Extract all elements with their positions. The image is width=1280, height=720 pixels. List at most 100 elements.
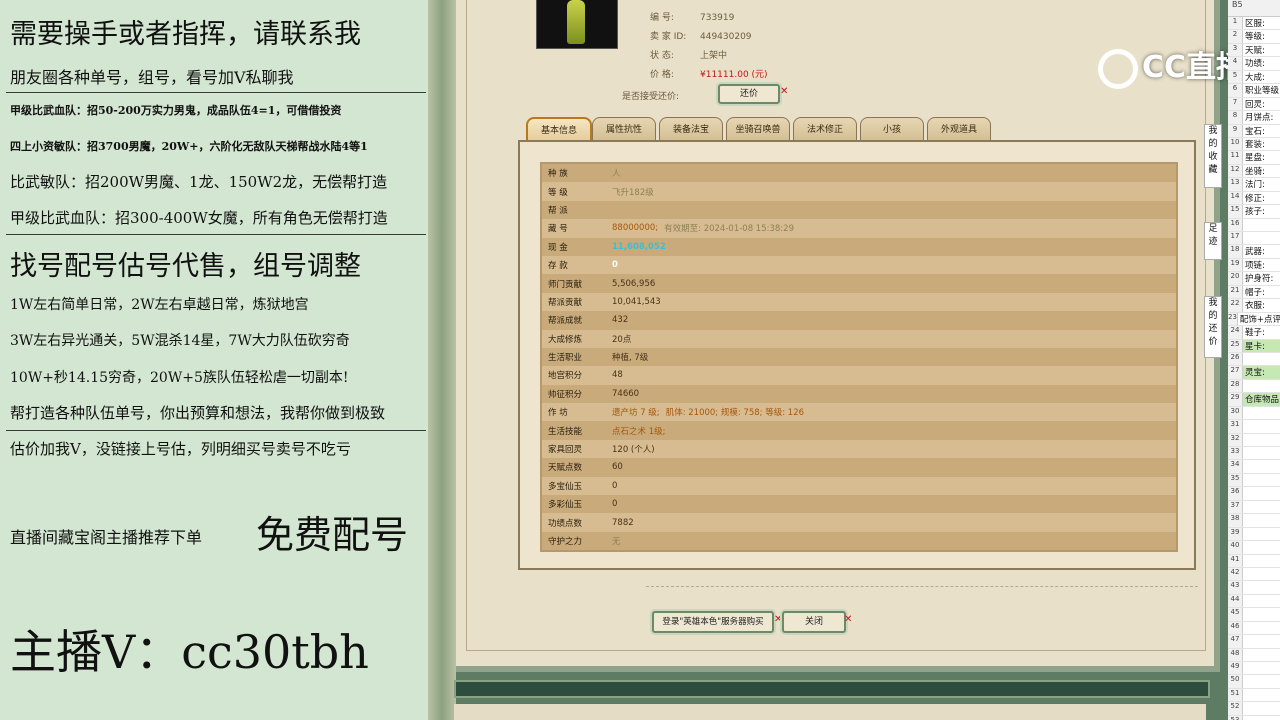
sheet-row[interactable]: 17 bbox=[1228, 232, 1280, 246]
sheet-row[interactable]: 46 bbox=[1228, 621, 1280, 636]
sheet-cell[interactable] bbox=[1243, 232, 1245, 244]
sheet-cell[interactable]: 灵宝: bbox=[1243, 366, 1265, 378]
sheet-cell[interactable]: 武器: bbox=[1243, 245, 1265, 257]
sheet-cell[interactable] bbox=[1243, 514, 1245, 526]
sheet-row[interactable]: 28 bbox=[1228, 379, 1280, 394]
sheet-cell[interactable] bbox=[1243, 622, 1245, 634]
sheet-row[interactable]: 21 帽子: bbox=[1228, 285, 1280, 300]
sheet-cell[interactable] bbox=[1243, 487, 1245, 499]
sheet-cell[interactable] bbox=[1243, 353, 1245, 365]
sheet-row[interactable]: 6 职业等级 bbox=[1228, 84, 1280, 98]
sheet-row[interactable]: 42 bbox=[1228, 567, 1280, 582]
buy-login-button[interactable]: 登录"英雄本色"服务器购买 bbox=[652, 611, 774, 633]
sheet-cell[interactable] bbox=[1243, 635, 1245, 647]
sheet-cell[interactable] bbox=[1243, 380, 1245, 392]
sheet-cell[interactable]: 孩子: bbox=[1243, 205, 1265, 217]
favorites-side-button[interactable]: 我的收藏 bbox=[1204, 124, 1222, 188]
sheet-cell[interactable] bbox=[1243, 555, 1245, 567]
sheet-cell[interactable]: 大成: bbox=[1243, 71, 1265, 83]
sheet-cell[interactable] bbox=[1243, 407, 1245, 419]
sheet-cell[interactable]: 仓库物品 bbox=[1243, 393, 1279, 405]
sheet-row[interactable]: 26 bbox=[1228, 352, 1280, 367]
sheet-row[interactable]: 31 bbox=[1228, 420, 1280, 434]
sheet-cell[interactable]: 鞋子: bbox=[1243, 326, 1265, 338]
tab-equipment[interactable]: 装备法宝 bbox=[659, 117, 723, 142]
sheet-row[interactable]: 30 bbox=[1228, 406, 1280, 421]
sheet-row[interactable]: 49 bbox=[1228, 662, 1280, 676]
sheet-cell[interactable] bbox=[1243, 689, 1245, 701]
sheet-row[interactable]: 27 灵宝: bbox=[1228, 366, 1280, 380]
sheet-row[interactable]: 40 bbox=[1228, 541, 1280, 555]
sheet-cell[interactable]: 项链: bbox=[1243, 259, 1265, 271]
sheet-row[interactable]: 10 套装: bbox=[1228, 137, 1280, 152]
sheet-row[interactable]: 45 bbox=[1228, 608, 1280, 622]
sheet-row[interactable]: 12 坐骑: bbox=[1228, 164, 1280, 179]
sheet-cell[interactable]: 区服: bbox=[1243, 17, 1265, 29]
sheet-cell[interactable]: 宝石: bbox=[1243, 125, 1265, 137]
sheet-cell[interactable] bbox=[1243, 447, 1245, 459]
sheet-row[interactable]: 22 衣服: bbox=[1228, 299, 1280, 313]
sheet-cell[interactable]: 坐骑: bbox=[1243, 165, 1265, 177]
sheet-row[interactable]: 53 bbox=[1228, 715, 1280, 720]
sheet-cell[interactable]: 护身符: bbox=[1243, 272, 1273, 284]
sheet-row[interactable]: 24 鞋子: bbox=[1228, 326, 1280, 340]
tab-mounts-pets[interactable]: 坐骑召唤兽 bbox=[726, 117, 790, 142]
sheet-cell[interactable] bbox=[1243, 501, 1245, 513]
sheet-row[interactable]: 3 天赋: bbox=[1228, 43, 1280, 58]
tab-attributes[interactable]: 属性抗性 bbox=[592, 117, 656, 142]
close-button[interactable]: 关闭 bbox=[782, 611, 846, 633]
sheet-row[interactable]: 23 配饰+点评 bbox=[1228, 312, 1280, 327]
tab-spell-correction[interactable]: 法术修正 bbox=[793, 117, 857, 142]
sheet-row[interactable]: 50 bbox=[1228, 675, 1280, 689]
sheet-row[interactable]: 33 bbox=[1228, 447, 1280, 461]
sheet-cell[interactable] bbox=[1243, 608, 1245, 620]
sheet-row[interactable]: 36 bbox=[1228, 487, 1280, 501]
sheet-cell[interactable]: 帽子: bbox=[1243, 286, 1265, 298]
sheet-cell[interactable] bbox=[1243, 460, 1245, 472]
sheet-row[interactable]: 11 星盘: bbox=[1228, 151, 1280, 165]
sheet-cell[interactable] bbox=[1243, 595, 1245, 607]
sheet-row[interactable]: 29 仓库物品 bbox=[1228, 393, 1280, 407]
sheet-cell[interactable] bbox=[1243, 649, 1245, 661]
sheet-row[interactable]: 1 区服: bbox=[1228, 17, 1280, 31]
close-x-icon[interactable]: ✕ bbox=[844, 614, 852, 625]
sheet-row[interactable]: 32 bbox=[1228, 433, 1280, 447]
sheet-cell[interactable] bbox=[1243, 420, 1245, 432]
sheet-cell[interactable]: 回灵: bbox=[1243, 98, 1265, 110]
sheet-row[interactable]: 39 bbox=[1228, 527, 1280, 542]
sheet-cell[interactable]: 等级: bbox=[1243, 30, 1265, 42]
sheet-row[interactable]: 8 月饼点: bbox=[1228, 111, 1280, 125]
sheet-cell[interactable]: 套装: bbox=[1243, 138, 1265, 150]
sheet-cell[interactable] bbox=[1243, 662, 1245, 674]
sheet-row[interactable]: 7 回灵: bbox=[1228, 97, 1280, 112]
sheet-cell[interactable]: 星盘: bbox=[1243, 151, 1265, 163]
sheet-cell[interactable] bbox=[1243, 716, 1245, 720]
sheet-row[interactable]: 48 bbox=[1228, 648, 1280, 662]
sheet-row[interactable]: 4 功绩: bbox=[1228, 57, 1280, 71]
sheet-cell[interactable] bbox=[1243, 581, 1245, 593]
sheet-cell[interactable] bbox=[1243, 568, 1245, 580]
sheet-row[interactable]: 25 星卡: bbox=[1228, 339, 1280, 353]
sheet-row[interactable]: 37 bbox=[1228, 500, 1280, 515]
sheet-row[interactable]: 41 bbox=[1228, 554, 1280, 568]
sheet-cell[interactable]: 法门: bbox=[1243, 178, 1265, 190]
sheet-row[interactable]: 14 修正: bbox=[1228, 191, 1280, 206]
tab-appearance[interactable]: 外观道具 bbox=[927, 117, 991, 142]
sheet-row[interactable]: 15 孩子: bbox=[1228, 205, 1280, 219]
sheet-cell[interactable]: 衣服: bbox=[1243, 299, 1265, 311]
sheet-row[interactable]: 43 bbox=[1228, 581, 1280, 595]
sheet-row[interactable]: 2 等级: bbox=[1228, 30, 1280, 44]
sheet-cell[interactable] bbox=[1243, 474, 1245, 486]
sheet-row[interactable]: 20 护身符: bbox=[1228, 272, 1280, 286]
sheet-cell[interactable] bbox=[1243, 528, 1245, 540]
sheet-row[interactable]: 52 bbox=[1228, 702, 1280, 716]
sheet-cell[interactable]: 修正: bbox=[1243, 192, 1265, 204]
tab-child[interactable]: 小孩 bbox=[860, 117, 924, 142]
sheet-cell[interactable] bbox=[1243, 541, 1245, 553]
sheet-row[interactable]: 19 项链: bbox=[1228, 258, 1280, 273]
sheet-row[interactable]: 13 法门: bbox=[1228, 178, 1280, 192]
sheet-row[interactable]: 35 bbox=[1228, 473, 1280, 488]
my-bargain-side-button[interactable]: 我的还价 bbox=[1204, 296, 1222, 358]
sheet-cell[interactable] bbox=[1243, 675, 1245, 687]
sheet-cell[interactable] bbox=[1243, 434, 1245, 446]
